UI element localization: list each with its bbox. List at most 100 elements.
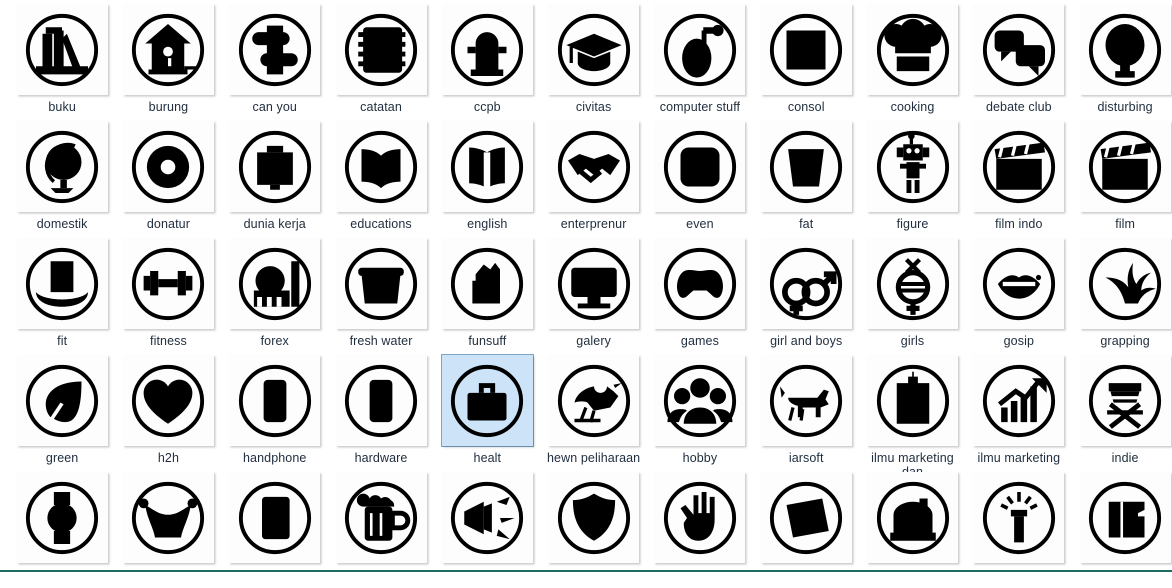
icon-tile[interactable]: fat <box>753 120 859 237</box>
icon-thumbnail[interactable] <box>760 354 853 447</box>
icon-thumbnail[interactable] <box>972 354 1065 447</box>
icon-tile[interactable]: disturbing <box>1072 3 1172 120</box>
icon-tile[interactable]: iarsoft <box>753 354 859 471</box>
icon-thumbnail[interactable] <box>653 120 746 213</box>
icon-thumbnail[interactable] <box>866 237 959 330</box>
icon-thumbnail[interactable] <box>760 237 853 330</box>
icon-tile[interactable]: ilmu marketing <box>966 354 1072 471</box>
icon-thumbnail[interactable] <box>122 471 215 564</box>
icon-thumbnail[interactable] <box>1079 120 1172 213</box>
icon-thumbnail[interactable] <box>760 120 853 213</box>
icon-tile[interactable]: fresh water <box>328 237 434 354</box>
icon-thumbnail[interactable] <box>972 237 1065 330</box>
icon-tile[interactable]: hewn peliharaan <box>540 354 646 471</box>
icon-thumbnail[interactable] <box>16 120 109 213</box>
icon-tile[interactable]: ccpb <box>434 3 540 120</box>
icon-thumbnail[interactable] <box>760 3 853 96</box>
icon-thumbnail[interactable] <box>122 237 215 330</box>
icon-thumbnail[interactable] <box>16 237 109 330</box>
icon-tile[interactable]: healt <box>434 354 540 471</box>
icon-thumbnail[interactable] <box>228 471 321 564</box>
icon-tile[interactable]: debate club <box>966 3 1072 120</box>
icon-thumbnail[interactable] <box>122 120 215 213</box>
icon-tile[interactable]: games <box>647 237 753 354</box>
icon-thumbnail[interactable] <box>441 471 534 564</box>
icon-tile[interactable]: gosip <box>966 237 1072 354</box>
icon-thumbnail[interactable] <box>547 354 640 447</box>
icon-tile[interactable]: funsuff <box>434 237 540 354</box>
icon-thumbnail[interactable] <box>866 354 959 447</box>
icon-tile[interactable]: burung <box>115 3 221 120</box>
icon-tile[interactable]: green <box>9 354 115 471</box>
icon-thumbnail[interactable] <box>972 120 1065 213</box>
icon-tile[interactable]: civitas <box>540 3 646 120</box>
icon-tile[interactable]: film <box>1072 120 1172 237</box>
icon-tile[interactable]: educations <box>328 120 434 237</box>
icon-thumbnail[interactable] <box>972 471 1065 564</box>
icon-thumbnail[interactable] <box>760 471 853 564</box>
icon-tile[interactable]: dunia kerja <box>222 120 328 237</box>
icon-thumbnail[interactable] <box>547 120 640 213</box>
icon-thumbnail[interactable] <box>335 3 428 96</box>
icon-thumbnail[interactable] <box>547 471 640 564</box>
icon-tile[interactable]: ilmu marketing dan <box>859 354 965 479</box>
icon-thumbnail[interactable] <box>1079 3 1172 96</box>
icon-thumbnail[interactable] <box>16 3 109 96</box>
icon-tile[interactable]: forex <box>222 237 328 354</box>
icon-tile[interactable]: can you <box>222 3 328 120</box>
icon-tile[interactable]: english <box>434 120 540 237</box>
icon-tile[interactable]: domestik <box>9 120 115 237</box>
icon-thumbnail[interactable] <box>972 3 1065 96</box>
icon-thumbnail[interactable] <box>122 3 215 96</box>
icon-thumbnail[interactable] <box>441 3 534 96</box>
icon-tile[interactable]: indie <box>1072 354 1172 471</box>
icon-tile[interactable]: cooking <box>859 3 965 120</box>
icon-tile[interactable]: film indo <box>966 120 1072 237</box>
icon-thumbnail[interactable] <box>653 237 746 330</box>
icon-thumbnail[interactable] <box>1079 471 1172 564</box>
icon-thumbnail[interactable] <box>441 120 534 213</box>
icon-thumbnail[interactable] <box>441 237 534 330</box>
icon-tile[interactable]: hardware <box>328 354 434 471</box>
icon-thumbnail[interactable] <box>228 354 321 447</box>
icon-tile[interactable]: consol <box>753 3 859 120</box>
icon-thumbnail[interactable] <box>440 354 534 447</box>
icon-tile[interactable]: computer stuff <box>647 3 753 120</box>
icon-thumbnail[interactable] <box>653 354 746 447</box>
icon-thumbnail[interactable] <box>335 471 428 564</box>
icon-tile[interactable]: girls <box>859 237 965 354</box>
icon-label: fresh water <box>349 334 413 348</box>
icon-tile[interactable]: galery <box>540 237 646 354</box>
icon-tile[interactable]: donatur <box>115 120 221 237</box>
icon-tile[interactable]: handphone <box>222 354 328 471</box>
icon-thumbnail[interactable] <box>16 471 109 564</box>
icon-thumbnail[interactable] <box>866 471 959 564</box>
icon-tile[interactable]: girl and boys <box>753 237 859 354</box>
icon-tile[interactable]: fit <box>9 237 115 354</box>
icon-thumbnail[interactable] <box>335 354 428 447</box>
icon-thumbnail[interactable] <box>228 120 321 213</box>
icon-thumbnail[interactable] <box>653 3 746 96</box>
icon-thumbnail[interactable] <box>866 120 959 213</box>
icon-thumbnail[interactable] <box>228 3 321 96</box>
icon-tile[interactable]: buku <box>9 3 115 120</box>
icon-thumbnail[interactable] <box>653 471 746 564</box>
icon-thumbnail[interactable] <box>16 354 109 447</box>
icon-tile[interactable]: hobby <box>647 354 753 471</box>
icon-thumbnail[interactable] <box>866 3 959 96</box>
icon-thumbnail[interactable] <box>122 354 215 447</box>
icon-thumbnail[interactable] <box>547 3 640 96</box>
icon-tile[interactable]: grapping <box>1072 237 1172 354</box>
icon-tile[interactable]: h2h <box>115 354 221 471</box>
icon-tile[interactable]: catatan <box>328 3 434 120</box>
icon-thumbnail[interactable] <box>1079 237 1172 330</box>
icon-thumbnail[interactable] <box>335 120 428 213</box>
icon-tile[interactable]: fitness <box>115 237 221 354</box>
icon-thumbnail[interactable] <box>547 237 640 330</box>
icon-tile[interactable]: even <box>647 120 753 237</box>
icon-thumbnail[interactable] <box>1079 354 1172 447</box>
icon-thumbnail[interactable] <box>335 237 428 330</box>
icon-tile[interactable]: figure <box>859 120 965 237</box>
icon-thumbnail[interactable] <box>228 237 321 330</box>
icon-tile[interactable]: enterprenur <box>540 120 646 237</box>
